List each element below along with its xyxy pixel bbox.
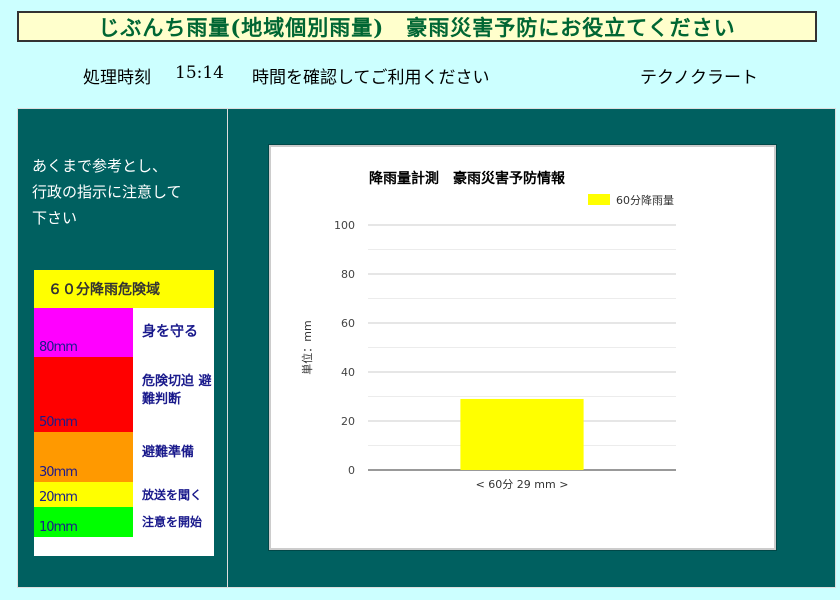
y-tick-label: 0 [348, 464, 355, 477]
main-panel: あくまで参考とし、 行政の指示に注意して 下さい ６０分降雨危険域 80mm 身… [17, 108, 836, 588]
legend-mm: 20mm [39, 490, 78, 505]
time-value: 15:14 [175, 63, 224, 83]
legend-mm: 30mm [39, 465, 78, 480]
y-tick-label: 40 [341, 366, 355, 379]
y-axis-label: 単位：mm [300, 320, 314, 374]
y-tick-label: 20 [341, 415, 355, 428]
legend-desc: 避難準備 [142, 445, 195, 460]
time-message: 時間を確認してご利用ください [252, 68, 490, 88]
legend-swatch [588, 194, 610, 205]
legend-mm: 50mm [39, 415, 78, 430]
panel-divider [227, 109, 228, 587]
chart-svg: 降雨量計測 豪雨災害予防情報 60分降雨量 0 20 40 60 80 100 < 60分 29… [300, 170, 676, 491]
legend-level-50: 50mm 危険切迫 避難判断 [34, 357, 214, 432]
title-bar: じぶんち雨量(地域個別雨量) 豪雨災害予防にお役立てください [17, 11, 817, 42]
rainfall-chart: 降雨量計測 豪雨災害予防情報 60分降雨量 0 20 40 60 80 100 < 60分 29… [269, 145, 776, 550]
y-tick-label: 80 [341, 268, 355, 281]
legend-entry: 60分降雨量 [616, 193, 674, 207]
legend-desc: 危険切迫 避難判断 [142, 374, 212, 407]
y-tick-label: 60 [341, 317, 355, 330]
legend-level-10: 10mm 注意を開始 [34, 507, 214, 537]
legend-title: ６０分降雨危険域 [34, 270, 214, 308]
x-tick-label: < 60分 29 mm > [476, 478, 569, 491]
legend-desc: 注意を開始 [142, 515, 203, 529]
notice-line: あくまで参考とし、 [32, 157, 168, 175]
legend-mm: 10mm [39, 520, 78, 535]
legend-desc: 放送を聞く [142, 488, 203, 502]
rain-danger-legend: ６０分降雨危険域 80mm 身を守る 50mm 危険切迫 避難判断 30mm 避… [34, 270, 214, 556]
page-title: じぶんち雨量(地域個別雨量) 豪雨災害予防にお役立てください [98, 14, 736, 40]
notice-line: 下さい [32, 209, 78, 227]
chart-title: 降雨量計測 豪雨災害予防情報 [369, 170, 566, 187]
legend-desc: 身を守る [142, 324, 198, 340]
legend-level-20: 20mm 放送を聞く [34, 482, 214, 507]
legend-mm: 80mm [39, 340, 78, 355]
y-tick-label: 100 [334, 219, 355, 232]
time-label: 処理時刻 [83, 68, 151, 88]
brand-name: テクノクラート [640, 68, 758, 88]
legend-level-30: 30mm 避難準備 [34, 432, 214, 482]
bar [460, 398, 584, 470]
notice-line: 行政の指示に注意して [32, 183, 182, 201]
legend-level-80: 80mm 身を守る [34, 308, 214, 357]
info-row: 処理時刻 15:14 時間を確認してご利用ください テクノクラート [0, 63, 840, 91]
notice-text: あくまで参考とし、 行政の指示に注意して 下さい [32, 153, 222, 231]
